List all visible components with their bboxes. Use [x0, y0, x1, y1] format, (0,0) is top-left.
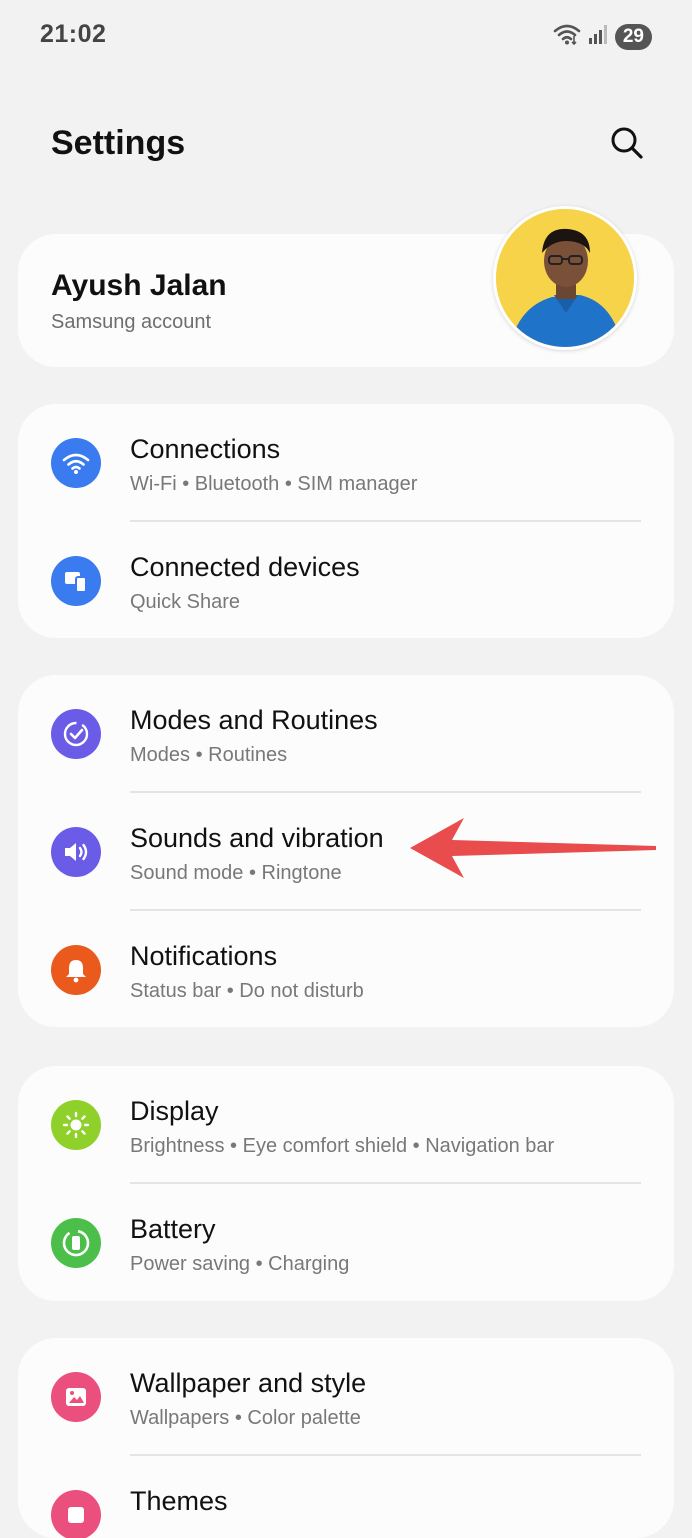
settings-group-connectivity: Connections Wi-Fi • Bluetooth • SIM mana…: [18, 404, 674, 638]
settings-item-title: Themes: [130, 1486, 228, 1516]
battery-icon: [51, 1218, 101, 1268]
settings-item-connections[interactable]: Connections Wi-Fi • Bluetooth • SIM mana…: [18, 404, 674, 522]
sun-icon: [51, 1100, 101, 1150]
annotation-arrow: [408, 816, 660, 885]
settings-item-battery[interactable]: Battery Power saving • Charging: [18, 1184, 674, 1301]
settings-item-title: Display: [130, 1096, 219, 1126]
settings-item-notifications[interactable]: Notifications Status bar • Do not distur…: [18, 911, 674, 1027]
settings-item-title: Wallpaper and style: [130, 1368, 367, 1398]
settings-item-title: Connections: [130, 434, 281, 464]
settings-item-connected-devices[interactable]: Connected devices Quick Share: [18, 522, 674, 638]
speaker-icon: [51, 827, 101, 877]
settings-item-themes[interactable]: Themes: [18, 1456, 674, 1538]
battery-icon: 29: [614, 23, 652, 50]
settings-item-title: Battery: [130, 1214, 216, 1244]
settings-item-subtitle: Status bar • Do not disturb: [130, 980, 364, 1002]
status-bar: 21:02 29: [0, 0, 692, 72]
settings-item-display[interactable]: Display Brightness • Eye comfort shield …: [18, 1066, 674, 1184]
search-button[interactable]: [604, 122, 650, 168]
image-icon: [51, 1372, 101, 1422]
account-subtitle: Samsung account: [51, 311, 212, 333]
settings-item-subtitle: Wi-Fi • Bluetooth • SIM manager: [130, 473, 418, 495]
bell-icon: [51, 945, 101, 995]
settings-item-modes-and-routines[interactable]: Modes and Routines Modes • Routines: [18, 675, 674, 793]
wifi-icon: [51, 438, 101, 488]
status-icons: 29: [553, 22, 652, 51]
settings-item-subtitle: Brightness • Eye comfort shield • Naviga…: [130, 1135, 555, 1157]
settings-item-title: Modes and Routines: [130, 705, 378, 735]
settings-group-style: Wallpaper and style Wallpapers • Color p…: [18, 1338, 674, 1538]
status-time: 21:02: [40, 20, 107, 48]
settings-item-subtitle: Power saving • Charging: [130, 1253, 350, 1275]
settings-item-title: Connected devices: [130, 552, 360, 582]
settings-item-title: Sounds and vibration: [130, 823, 384, 853]
search-icon: [610, 126, 644, 165]
settings-item-subtitle: Quick Share: [130, 591, 241, 613]
devices-icon: [51, 556, 101, 606]
check-circle-icon: [51, 709, 101, 759]
settings-item-title: Notifications: [130, 941, 278, 971]
account-name: Ayush Jalan: [51, 269, 227, 302]
wifi-icon: [553, 22, 581, 51]
avatar[interactable]: [493, 206, 637, 350]
settings-item-subtitle: Modes • Routines: [130, 744, 288, 766]
signal-icon: [587, 23, 609, 50]
settings-item-subtitle: Wallpapers • Color palette: [130, 1407, 361, 1429]
settings-group-display: Display Brightness • Eye comfort shield …: [18, 1066, 674, 1301]
page-title: Settings: [51, 124, 186, 162]
themes-icon: [51, 1490, 101, 1538]
arrow-shape: [410, 818, 656, 878]
settings-item-wallpaper-and-style[interactable]: Wallpaper and style Wallpapers • Color p…: [18, 1338, 674, 1456]
settings-item-subtitle: Sound mode • Ringtone: [130, 862, 342, 884]
